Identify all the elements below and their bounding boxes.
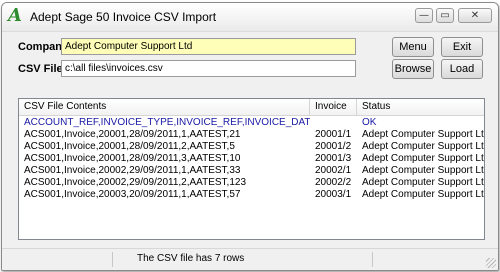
table-cell-status[interactable]: Adept Computer Support Ltd: [357, 189, 484, 201]
table-cell-status[interactable]: Adept Computer Support Ltd: [357, 165, 484, 177]
company-field[interactable]: Adept Computer Support Ltd: [61, 38, 356, 55]
app-window: A Adept Sage 50 Invoice CSV Import — ▭ ✕…: [1, 2, 499, 271]
load-button[interactable]: Load: [441, 59, 483, 79]
adept-logo-icon: A: [8, 5, 22, 26]
table-cell-contents[interactable]: ACS001,Invoice,20001,28/09/2011,3,AATEST…: [19, 153, 310, 165]
resize-grip-icon[interactable]: [486, 258, 496, 268]
column-header-invoice[interactable]: Invoice: [310, 99, 357, 116]
close-button[interactable]: ✕: [458, 8, 492, 23]
table-cell-status[interactable]: Adept Computer Support Ltd: [357, 153, 484, 165]
window-title: Adept Sage 50 Invoice CSV Import: [30, 10, 217, 24]
column-header-status[interactable]: Status: [357, 99, 484, 116]
status-bar: The CSV file has 7 rows: [2, 248, 498, 270]
column-header-contents[interactable]: CSV File Contents: [19, 99, 310, 116]
table-cell-status[interactable]: Adept Computer Support Ltd: [357, 177, 484, 189]
restore-button[interactable]: ▭: [436, 8, 454, 23]
table-cell-contents[interactable]: ACS001,Invoice,20002,29/09/2011,2,AATEST…: [19, 177, 310, 189]
csvfile-path-field[interactable]: c:\all files\invoices.csv: [61, 60, 356, 77]
exit-button[interactable]: Exit: [441, 37, 483, 57]
csv-list-view[interactable]: CSV File Contents Invoice Status ACCOUNT…: [18, 98, 485, 240]
table-cell-contents[interactable]: ACS001,Invoice,20001,28/09/2011,2,AATEST…: [19, 141, 310, 153]
title-bar[interactable]: A Adept Sage 50 Invoice CSV Import — ▭ ✕: [2, 3, 498, 32]
table-cell-invoice[interactable]: 20002/2: [310, 177, 357, 189]
table-cell-status[interactable]: Adept Computer Support Ltd: [357, 129, 484, 141]
menu-button[interactable]: Menu: [392, 37, 434, 57]
minimize-button[interactable]: —: [415, 8, 433, 23]
table-cell-invoice[interactable]: 20001/1: [310, 129, 357, 141]
table-cell-invoice[interactable]: [310, 117, 357, 129]
status-separator: [372, 252, 373, 267]
table-cell-status[interactable]: OK: [357, 117, 484, 129]
csvfile-label: CSV File: [18, 63, 63, 75]
table-cell-contents[interactable]: ACS001,Invoice,20002,29/09/2011,1,AATEST…: [19, 165, 310, 177]
browse-button[interactable]: Browse: [392, 59, 434, 79]
table-cell-status[interactable]: Adept Computer Support Ltd: [357, 141, 484, 153]
table-cell-invoice[interactable]: 20001/2: [310, 141, 357, 153]
status-separator: [112, 252, 113, 267]
table-cell-invoice[interactable]: 20002/1: [310, 165, 357, 177]
table-cell-invoice[interactable]: 20001/3: [310, 153, 357, 165]
status-message: The CSV file has 7 rows: [137, 253, 245, 264]
table-cell-invoice[interactable]: 20003/1: [310, 189, 357, 201]
table-cell-contents[interactable]: ACS001,Invoice,20003,20/09/2011,1,AATEST…: [19, 189, 310, 201]
table-cell-contents[interactable]: ACCOUNT_REF,INVOICE_TYPE,INVOICE_REF,INV…: [19, 117, 310, 129]
table-cell-contents[interactable]: ACS001,Invoice,20001,28/09/2011,1,AATEST…: [19, 129, 310, 141]
